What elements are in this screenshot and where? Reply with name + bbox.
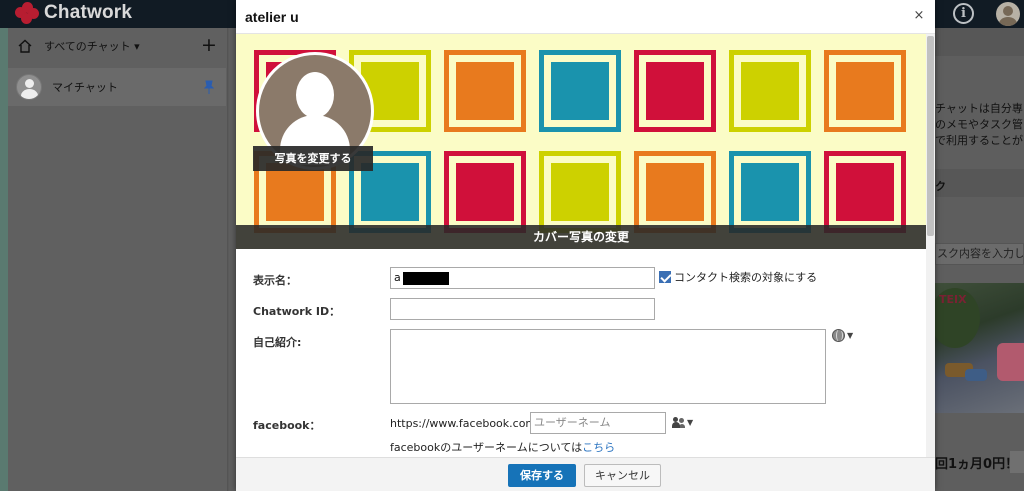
display-name-label: 表示名： xyxy=(253,274,297,287)
change-cover-button[interactable]: カバー写真の変更 xyxy=(236,225,926,249)
cover-pattern-square xyxy=(444,151,526,233)
scrollbar-thumb[interactable] xyxy=(927,36,934,236)
cover-pattern-square xyxy=(539,50,621,132)
chat-name: マイチャット xyxy=(52,81,118,94)
avatar xyxy=(16,74,42,100)
globe-icon xyxy=(832,329,845,342)
cover-pattern-square xyxy=(824,151,906,233)
chevron-down-icon: ▼ xyxy=(687,418,694,427)
facebook-visibility-select[interactable]: ▼ xyxy=(672,417,693,428)
facebook-help-link[interactable]: こちら xyxy=(582,441,615,454)
facebook-note: facebookのユーザーネームについてはこちら xyxy=(390,441,616,454)
dialog-header: atelier u × xyxy=(236,0,935,34)
contact-search-option[interactable]: コンタクト検索の対象にする xyxy=(659,269,817,285)
cover-pattern-square xyxy=(729,50,811,132)
chat-filter-label[interactable]: すべてのチャット ▾ xyxy=(44,38,140,54)
cover-pattern-square xyxy=(444,50,526,132)
facebook-username-input[interactable]: ユーザーネーム xyxy=(530,412,666,434)
ad-text[interactable]: 回1ヵ月0円！ xyxy=(935,453,1018,472)
cover-photo: 写真を変更する カバー写真の変更 xyxy=(236,34,926,249)
contacts-icon xyxy=(672,417,685,428)
chatwork-id-label: Chatwork ID： xyxy=(253,305,341,318)
panel-desc-line: チャットは自分専 xyxy=(935,102,1023,115)
chevron-down-icon: ▼ xyxy=(847,331,854,340)
home-icon[interactable] xyxy=(18,39,32,53)
task-input[interactable]: スク内容を入力し xyxy=(935,243,1024,265)
left-edge xyxy=(0,28,8,491)
profile-edit-dialog: atelier u × 写真を変更する カバー写真の変更 表示名： a コンタク… xyxy=(236,0,935,491)
contact-search-checkbox[interactable] xyxy=(659,271,671,283)
ad-next-arrow[interactable] xyxy=(1010,451,1024,473)
bio-visibility-select[interactable]: ▼ xyxy=(832,329,853,342)
pin-icon[interactable] xyxy=(204,80,214,94)
contact-search-label: コンタクト検索の対象にする xyxy=(674,271,818,284)
cover-pattern-square xyxy=(824,50,906,132)
task-heading: ク xyxy=(935,180,946,193)
dialog-title: atelier u xyxy=(245,9,299,25)
ad-sign: TEIX xyxy=(939,293,967,306)
cancel-button[interactable]: キャンセル xyxy=(584,464,661,487)
redaction-mask xyxy=(403,272,449,285)
cover-pattern-square xyxy=(634,151,716,233)
right-panel: チャットは自分専 のメモやタスク管 で利用することが ク スク内容を入力し TE… xyxy=(935,28,1024,491)
chat-filter[interactable]: すべてのチャット ▾ + xyxy=(0,28,227,64)
bio-textarea[interactable] xyxy=(390,329,826,404)
facebook-url-prefix: https://www.facebook.com/ xyxy=(390,417,540,430)
cover-pattern-square xyxy=(539,151,621,233)
sidebar-item-my-chat[interactable]: マイチャット xyxy=(8,68,226,106)
display-name-field[interactable]: a xyxy=(390,267,655,289)
panel-desc-line: で利用することが xyxy=(935,134,1023,147)
profile-form: 表示名： a コンタクト検索の対象にする Chatwork ID： 自己紹介: … xyxy=(236,249,926,457)
cover-pattern-square xyxy=(729,151,811,233)
facebook-label: facebook： xyxy=(253,419,321,432)
panel-desc-line: のメモやタスク管 xyxy=(935,118,1023,131)
add-chat-icon[interactable]: + xyxy=(201,36,217,55)
cover-pattern-square xyxy=(634,50,716,132)
dialog-footer: 保存する キャンセル xyxy=(236,457,935,491)
change-photo-button[interactable]: 写真を変更する xyxy=(253,146,373,171)
save-button[interactable]: 保存する xyxy=(508,464,576,487)
bio-label: 自己紹介: xyxy=(253,336,302,349)
ad-image[interactable]: TEIX xyxy=(935,283,1024,413)
chatwork-id-field[interactable] xyxy=(390,298,655,320)
close-icon[interactable]: × xyxy=(912,9,926,23)
sidebar: すべてのチャット ▾ + マイチャット xyxy=(0,28,228,491)
